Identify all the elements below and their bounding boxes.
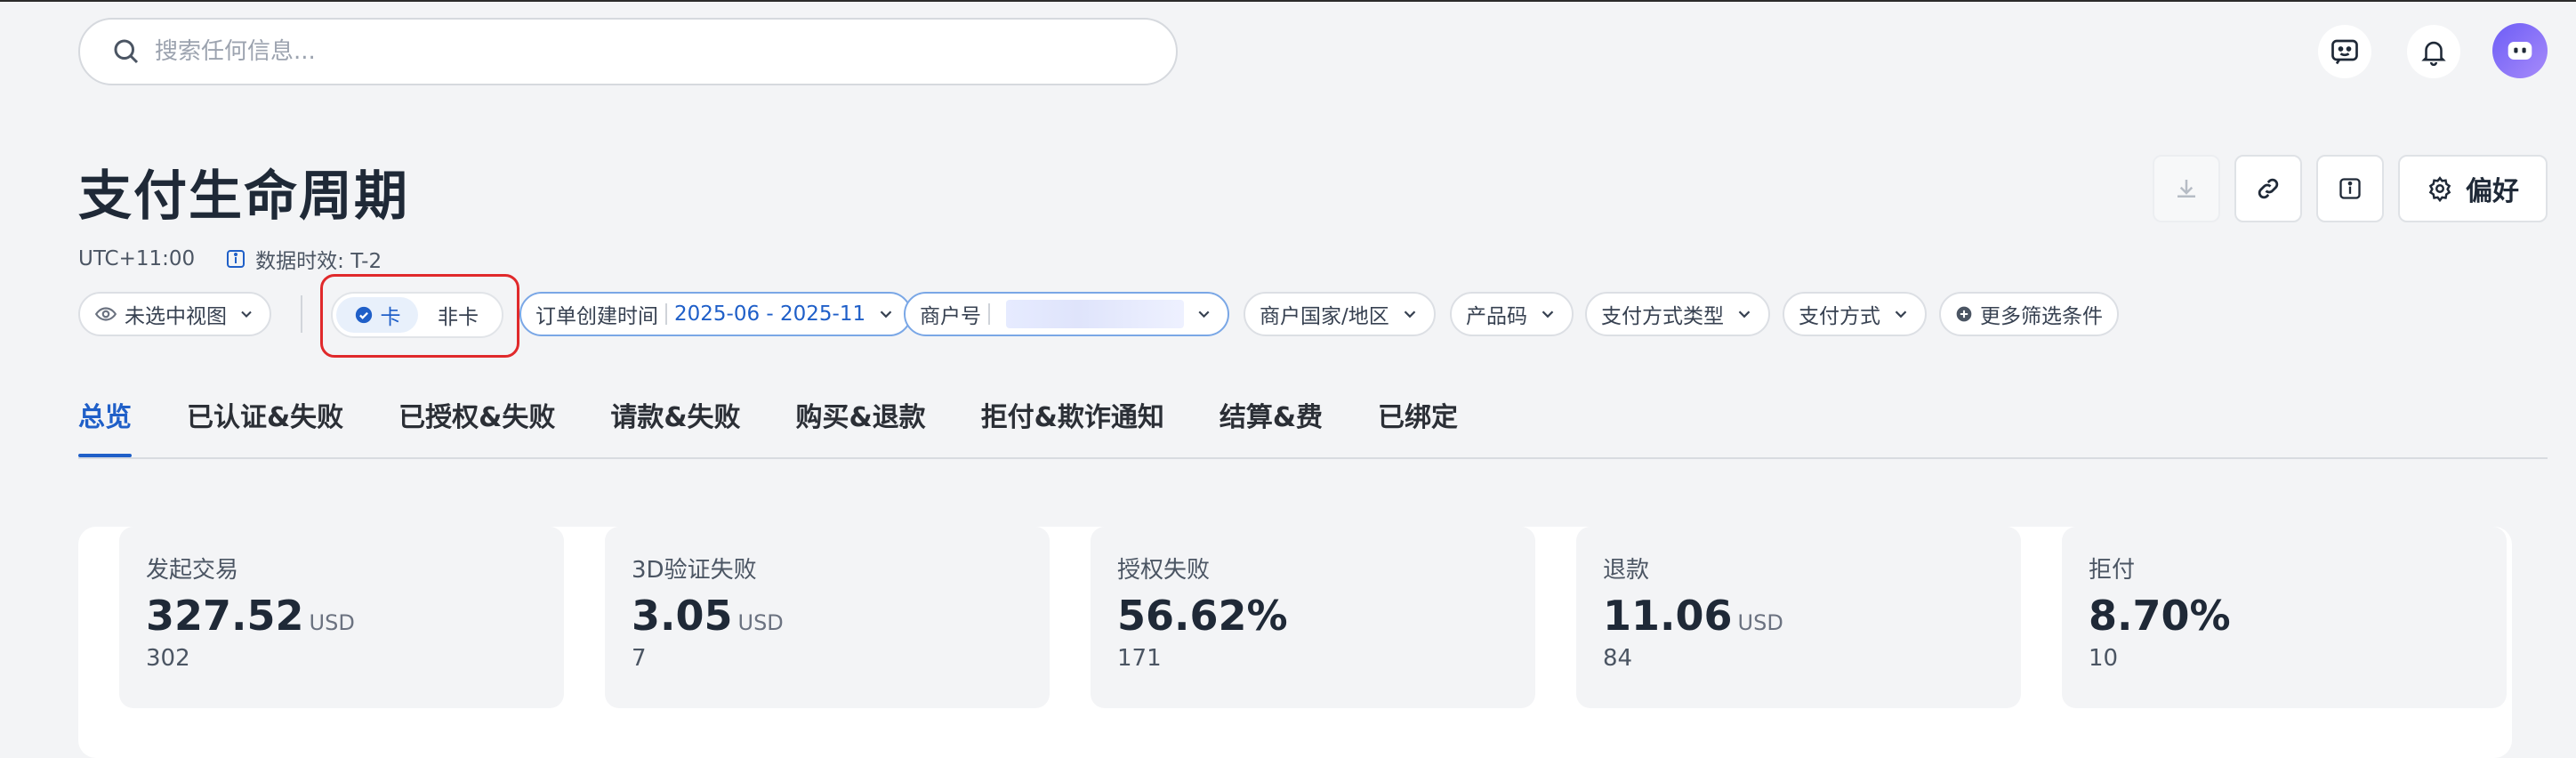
chevron-down-icon — [1198, 310, 1210, 319]
metric-card-initiated: 发起交易 327.52 USD 302 — [119, 527, 564, 708]
chevron-down-icon — [880, 310, 892, 319]
payment-method-type-label: 支付方式类型 — [1601, 305, 1724, 328]
metric-unit: USD — [737, 610, 784, 635]
merchant-country-label: 商户国家/地区 — [1260, 305, 1389, 328]
metric-label: 拒付 — [2089, 557, 2136, 584]
separator — [988, 303, 990, 325]
metric-count: 302 — [146, 645, 190, 672]
info-button[interactable] — [2316, 155, 2384, 222]
merchant-id-label: 商户号 — [920, 305, 981, 328]
view-label: 未选中视图 — [125, 305, 227, 328]
tab-overview[interactable]: 总览 — [78, 395, 132, 457]
metric-unit: USD — [1737, 610, 1783, 635]
metric-count: 171 — [1117, 645, 1162, 672]
order-time-filter[interactable]: 订单创建时间 2025-06 - 2025-11 — [519, 292, 913, 336]
top-border — [0, 0, 2576, 2]
product-code-label: 产品码 — [1466, 305, 1527, 328]
order-time-label: 订单创建时间 — [535, 305, 658, 328]
link-icon — [2258, 178, 2279, 199]
metric-card-chargeback: 拒付 8.70% 10 — [2062, 527, 2507, 708]
metric-label: 发起交易 — [146, 557, 239, 584]
metric-count: 7 — [632, 645, 647, 672]
download-button[interactable] — [2153, 155, 2220, 222]
search-bar[interactable] — [78, 18, 1178, 85]
metric-card-auth-failed: 授权失败 56.62% 171 — [1091, 527, 1535, 708]
more-filters-label: 更多筛选条件 — [1980, 305, 2103, 328]
feedback-icon — [2331, 39, 2358, 65]
metric-value: 8.70% — [2089, 592, 2480, 640]
metric-number: 8.70% — [2089, 592, 2231, 640]
filter-divider — [301, 295, 302, 333]
merchant-country-filter[interactable]: 商户国家/地区 — [1244, 292, 1436, 336]
bell-icon — [2421, 41, 2446, 67]
chevron-down-icon — [241, 310, 252, 318]
metric-card-refund: 退款 11.06 USD 84 — [1576, 527, 2021, 708]
metric-number: 56.62% — [1117, 592, 1288, 640]
search-input[interactable] — [153, 37, 1176, 66]
metric-value: 3.05 USD — [632, 592, 1023, 640]
metric-label: 3D验证失败 — [632, 557, 757, 584]
plus-circle-icon — [1956, 306, 1972, 322]
chevron-down-icon — [1738, 310, 1751, 319]
search-icon — [114, 39, 139, 64]
metric-count: 10 — [2089, 645, 2119, 672]
metric-number: 3.05 — [632, 592, 733, 640]
payment-method-type-filter[interactable]: 支付方式类型 — [1585, 292, 1770, 336]
metric-value: 56.62% — [1117, 592, 1509, 640]
timezone-label: UTC+11:00 — [78, 247, 196, 270]
product-code-filter[interactable]: 产品码 — [1450, 292, 1574, 336]
page-meta: UTC+11:00 数据时效: T-2 — [78, 244, 382, 274]
eye-icon — [94, 307, 117, 321]
info-icon — [2339, 178, 2361, 199]
tab-bar: 总览 已认证&失败 已授权&失败 请款&失败 购买&退款 拒付&欺诈通知 结算&… — [78, 395, 1458, 457]
view-selector[interactable]: 未选中视图 — [78, 292, 271, 336]
tab-settlement-fees[interactable]: 结算&费 — [1220, 395, 1323, 457]
metric-number: 327.52 — [146, 592, 304, 640]
tab-chargeback-fraud[interactable]: 拒付&欺诈通知 — [981, 395, 1164, 457]
separator — [665, 303, 667, 325]
tab-capture[interactable]: 请款&失败 — [610, 395, 740, 457]
data-freshness: 数据时效: T-2 — [225, 244, 382, 274]
payment-method-filter[interactable]: 支付方式 — [1783, 292, 1927, 336]
chevron-down-icon — [1895, 310, 1907, 319]
merchant-id-filter[interactable]: 商户号 — [904, 292, 1229, 336]
gear-icon — [2428, 176, 2451, 202]
metric-value: 327.52 USD — [146, 592, 537, 640]
metric-label: 退款 — [1603, 557, 1650, 584]
page-title: 支付生命周期 — [78, 165, 409, 228]
more-filters-button[interactable]: 更多筛选条件 — [1939, 292, 2119, 336]
metric-value: 11.06 USD — [1603, 592, 1994, 640]
payment-method-label: 支付方式 — [1799, 305, 1880, 328]
download-icon — [2178, 180, 2195, 198]
metric-label: 授权失败 — [1117, 557, 1211, 584]
metric-card-3ds-failed: 3D验证失败 3.05 USD 7 — [605, 527, 1050, 708]
redacted-value — [1005, 300, 1185, 328]
preferences-label: 偏好 — [2466, 176, 2519, 207]
metric-unit: USD — [309, 610, 355, 635]
chevron-down-icon — [1404, 310, 1416, 319]
tab-authenticated[interactable]: 已认证&失败 — [187, 395, 343, 457]
tabs-divider — [78, 457, 2548, 459]
copy-link-button[interactable] — [2234, 155, 2302, 222]
data-freshness-label: 数据时效: T-2 — [255, 250, 382, 273]
tab-bound[interactable]: 已绑定 — [1378, 395, 1458, 457]
feedback-button[interactable] — [2318, 25, 2371, 78]
tab-purchase-refund[interactable]: 购买&退款 — [796, 395, 926, 457]
tab-authorized[interactable]: 已授权&失败 — [398, 395, 555, 457]
chevron-down-icon — [1542, 310, 1554, 319]
metric-number: 11.06 — [1603, 592, 1733, 640]
metric-count: 84 — [1603, 645, 1633, 672]
info-icon — [227, 250, 246, 268]
order-time-value: 2025-06 - 2025-11 — [674, 302, 866, 326]
robot-avatar-icon — [2508, 42, 2532, 60]
notifications-button[interactable] — [2407, 25, 2460, 78]
highlight-annotation — [320, 274, 519, 358]
preferences-button[interactable]: 偏好 — [2398, 155, 2548, 222]
avatar[interactable] — [2492, 23, 2548, 78]
